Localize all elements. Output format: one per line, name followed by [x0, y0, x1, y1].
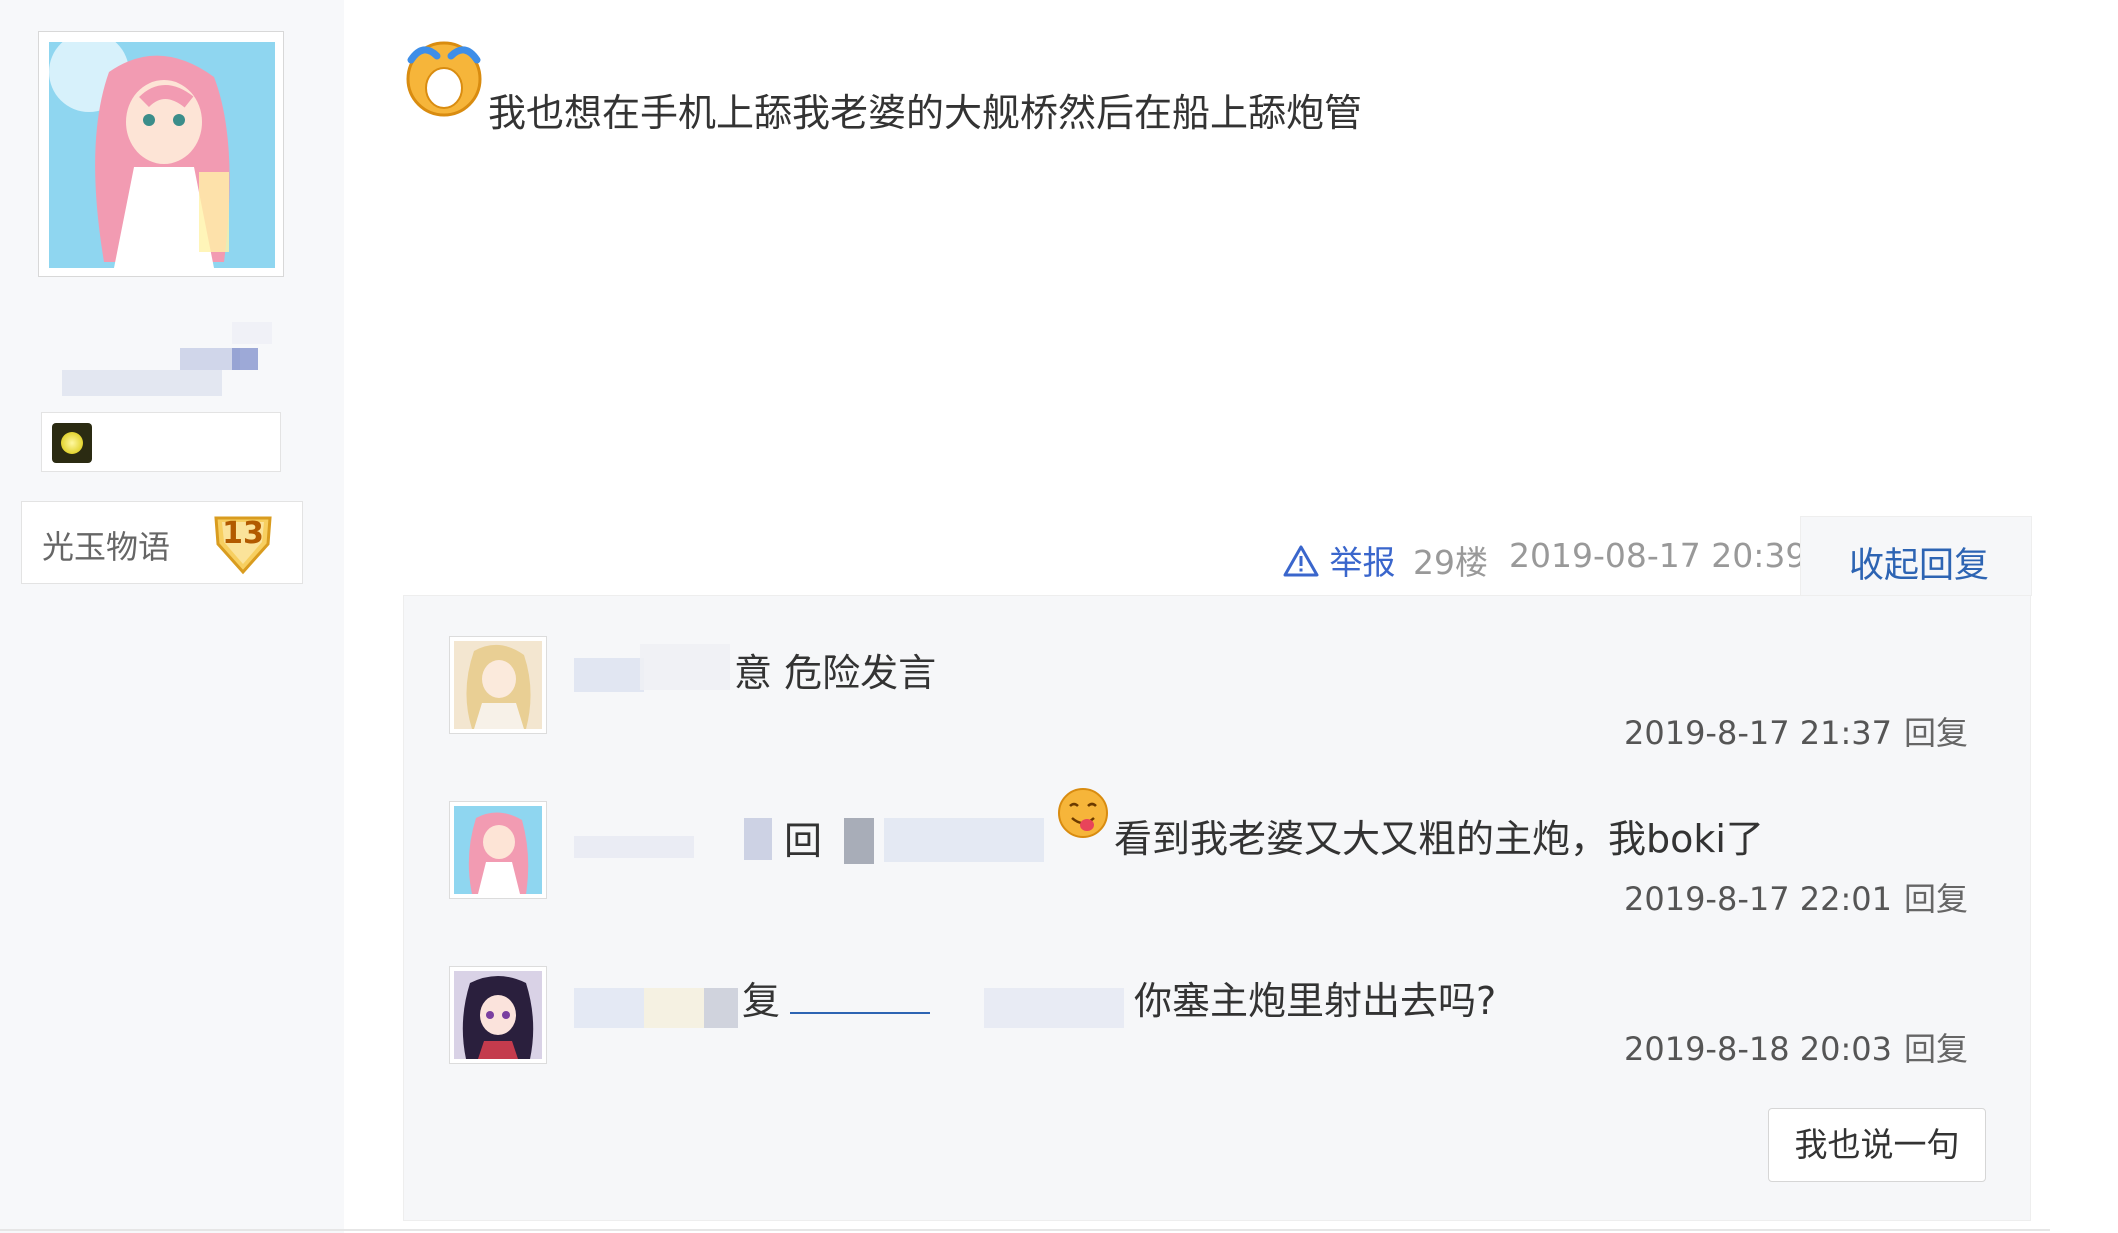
blurred-username: [884, 818, 1044, 862]
reply-avatar[interactable]: [449, 636, 547, 734]
blurred-username: [232, 322, 272, 344]
reply-text: 复: [742, 970, 938, 1025]
post-time: 2019-08-17 20:39: [1509, 536, 1807, 575]
blurred-username: [180, 348, 240, 370]
blurred-username: [644, 988, 704, 1028]
blurred-username: [574, 988, 644, 1028]
reply-avatar[interactable]: [449, 966, 547, 1064]
blurred-username: [640, 644, 730, 690]
reply-partial-text: 复: [742, 979, 781, 1023]
collapse-replies-link[interactable]: 收起回复: [1849, 537, 1989, 588]
reply-button[interactable]: 回复: [1904, 1030, 1968, 1068]
mention-link[interactable]: [790, 994, 931, 1014]
level-badge-icon: [52, 423, 92, 463]
reply-text: 看到我老婆又大又粗的主炮，我boki了: [1114, 817, 1764, 861]
author-avatar-image: [49, 42, 275, 268]
reply-meta: 2019-8-18 20:03 回复: [1624, 1024, 1968, 1070]
forum-title: 光玉物语: [42, 528, 171, 566]
say-something-button[interactable]: 我也说一句: [1768, 1108, 1986, 1182]
blurred-username: [574, 658, 644, 692]
blurred-username: [984, 988, 1124, 1028]
reply-partial-text: 回: [784, 819, 823, 863]
author-sidebar: 光玉物语 13: [0, 0, 344, 1233]
reply-meta: 2019-8-17 22:01 回复: [1624, 874, 1968, 920]
reply-avatar-image: [454, 641, 542, 729]
post-content: 我也想在手机上舔我老婆的大舰桥然后在船上舔炮管: [488, 91, 1363, 135]
reply-avatar-image: [454, 806, 542, 894]
collapse-replies-tab[interactable]: 收起回复: [1800, 516, 2032, 596]
reply-avatar-image: [454, 971, 542, 1059]
floor-number: 29楼: [1413, 543, 1488, 582]
blurred-username: [744, 818, 772, 860]
tongue-emoji-icon: [1056, 786, 1110, 840]
reply-button[interactable]: 回复: [1904, 714, 1968, 752]
report-link[interactable]: 举报: [1283, 536, 1396, 582]
forum-rank-badge-icon: 13: [210, 510, 276, 576]
user-level-box: [41, 412, 281, 472]
reply-panel: 意 危险发言 2019-8-17 21:37 回复 回 看到我老婆又大又粗的主炮，…: [403, 595, 2031, 1221]
blurred-username: [574, 836, 694, 858]
reply-time: 2019-8-17 21:37: [1623, 714, 1892, 752]
warning-icon: [1283, 545, 1319, 577]
forum-rank-tag[interactable]: 光玉物语 13: [21, 501, 303, 584]
reply-avatar[interactable]: [449, 801, 547, 899]
reply-meta: 2019-8-17 21:37 回复: [1624, 708, 1968, 754]
blurred-username: [232, 348, 258, 370]
forum-level-number: 13: [222, 516, 264, 551]
divider: [0, 1229, 2050, 1231]
blurred-username: [704, 988, 738, 1028]
report-label: 举报: [1329, 543, 1396, 582]
reply-time: 2019-8-17 22:01: [1623, 880, 1892, 918]
author-avatar[interactable]: [38, 31, 284, 277]
reply-text: 你塞主炮里射出去吗?: [1134, 979, 1497, 1023]
crying-emoji-icon: [403, 36, 485, 118]
blurred-username: [844, 818, 874, 864]
reply-time: 2019-8-18 20:03: [1623, 1030, 1892, 1068]
reply-text: 意 危险发言: [734, 651, 937, 695]
blurred-username: [62, 370, 222, 396]
reply-button[interactable]: 回复: [1904, 880, 1968, 918]
